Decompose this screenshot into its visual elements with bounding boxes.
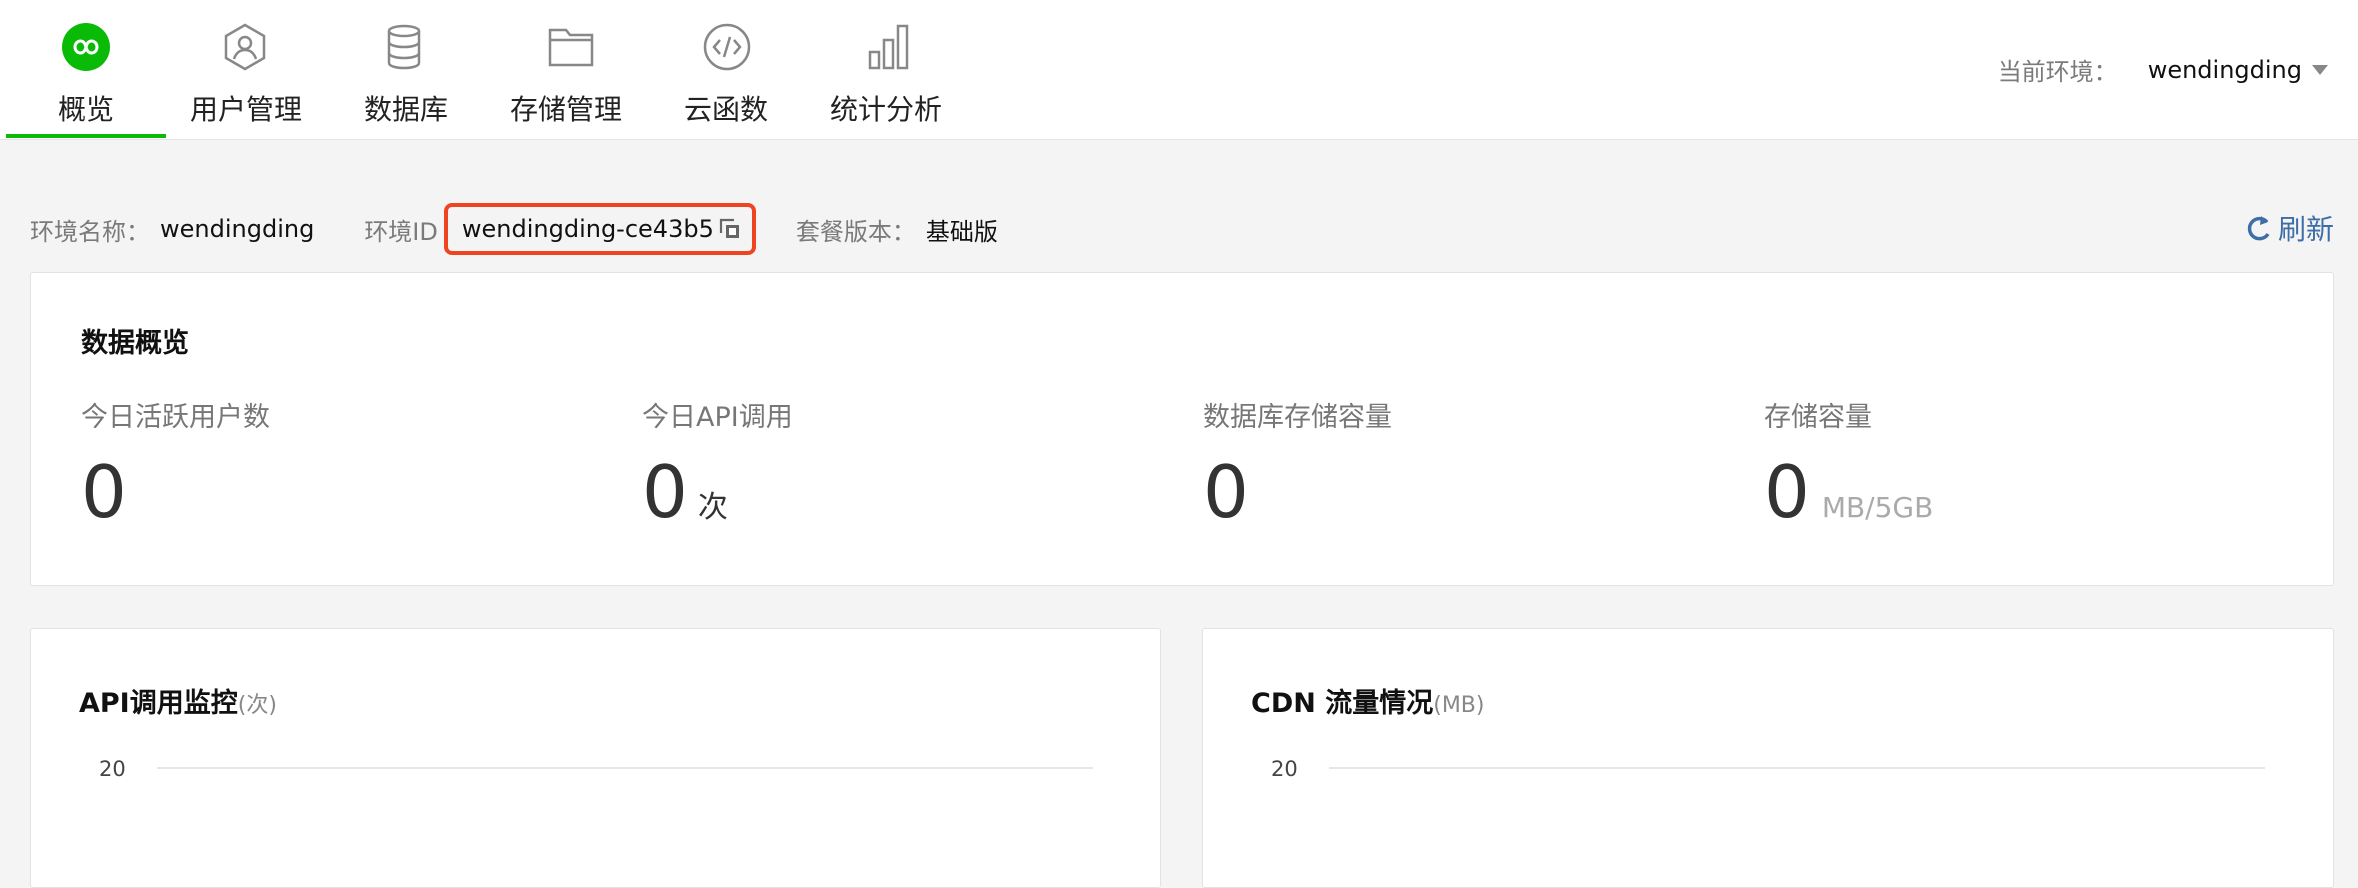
nav-item-overview[interactable]: 概览 bbox=[6, 0, 166, 140]
refresh-icon bbox=[2247, 216, 2270, 241]
chart-title-unit: (次) bbox=[237, 693, 277, 718]
stat-value: 0 bbox=[1203, 450, 1249, 534]
nav-item-cloud-functions[interactable]: 云函数 bbox=[680, 0, 780, 140]
refresh-button[interactable]: 刷新 bbox=[2246, 208, 2334, 248]
code-icon bbox=[702, 22, 752, 72]
env-name-label: 环境名称： bbox=[30, 217, 150, 246]
stat-api-calls: 今日API调用 0 次 bbox=[642, 395, 793, 528]
environment-label: 当前环境： bbox=[1997, 58, 2118, 86]
copy-icon[interactable] bbox=[718, 217, 742, 241]
chart-title-text: API调用监控 bbox=[79, 688, 238, 719]
stat-unit: 次 bbox=[697, 490, 728, 525]
nav-item-analytics[interactable]: 统计分析 bbox=[826, 0, 956, 140]
bar-chart-icon bbox=[864, 22, 914, 72]
gridline bbox=[157, 767, 1093, 769]
api-monitor-card: API调用监控(次) 20 bbox=[30, 628, 1161, 888]
refresh-label: 刷新 bbox=[2277, 213, 2334, 246]
nav-label-database: 数据库 bbox=[364, 93, 449, 126]
top-navigation-bar: 概览 用户管理 数据库 存储管理 云函数 统计分析 当前环境： wendingd… bbox=[0, 0, 2358, 140]
stat-database-capacity: 数据库存储容量 0 bbox=[1203, 395, 1392, 528]
infinity-icon bbox=[61, 22, 111, 72]
stat-label: 数据库存储容量 bbox=[1203, 402, 1392, 433]
api-monitor-title: API调用监控(次) bbox=[79, 681, 277, 720]
user-icon bbox=[220, 22, 270, 72]
environment-value: wendingding bbox=[2147, 55, 2302, 84]
env-name-value: wendingding bbox=[160, 215, 315, 243]
nav-label-users: 用户管理 bbox=[190, 93, 303, 126]
y-axis-tick: 20 bbox=[99, 757, 126, 781]
nav-item-storage[interactable]: 存储管理 bbox=[506, 0, 636, 140]
nav-item-users[interactable]: 用户管理 bbox=[180, 0, 310, 140]
stat-active-users: 今日活跃用户数 0 bbox=[81, 395, 270, 528]
environment-select[interactable]: 当前环境： wendingding bbox=[1998, 52, 2328, 87]
nav-label-overview: 概览 bbox=[58, 93, 115, 126]
stat-value: 0 bbox=[642, 450, 688, 534]
folder-icon bbox=[546, 22, 596, 72]
env-id-highlight-box: wendingding-ce43b5 bbox=[443, 203, 756, 255]
nav-label-cloud-functions: 云函数 bbox=[684, 93, 769, 126]
nav-item-database[interactable]: 数据库 bbox=[356, 0, 456, 140]
stat-value: 0 bbox=[1764, 450, 1810, 534]
chart-title-text: CDN 流量情况 bbox=[1251, 688, 1434, 719]
stat-storage-capacity: 存储容量 0 MB/5GB bbox=[1764, 395, 1933, 528]
gridline bbox=[1329, 767, 2265, 769]
cdn-traffic-title: CDN 流量情况(MB) bbox=[1251, 681, 1484, 720]
environment-info-bar: 环境名称： wendingding 环境ID wendingding-ce43b… bbox=[30, 203, 998, 255]
nav-label-storage: 存储管理 bbox=[510, 93, 623, 126]
stat-value: 0 bbox=[81, 450, 127, 534]
chart-title-unit: (MB) bbox=[1433, 693, 1485, 718]
plan-label: 套餐版本： bbox=[795, 217, 916, 246]
plan-value: 基础版 bbox=[925, 217, 998, 246]
stat-label: 今日API调用 bbox=[642, 402, 793, 433]
stat-label: 今日活跃用户数 bbox=[81, 402, 270, 433]
active-tab-indicator bbox=[6, 134, 166, 138]
stat-label: 存储容量 bbox=[1764, 402, 1872, 433]
nav-label-analytics: 统计分析 bbox=[830, 93, 943, 126]
data-overview-title: 数据概览 bbox=[81, 328, 189, 359]
env-id-label: 环境ID bbox=[364, 217, 438, 246]
env-id-value: wendingding-ce43b5 bbox=[461, 215, 714, 243]
cdn-traffic-card: CDN 流量情况(MB) 20 bbox=[1202, 628, 2334, 888]
caret-down-icon bbox=[2312, 64, 2328, 75]
database-icon bbox=[379, 22, 429, 72]
data-overview-card: 数据概览 今日活跃用户数 0 今日API调用 0 次 数据库存储容量 0 存储容… bbox=[30, 272, 2334, 586]
y-axis-tick: 20 bbox=[1271, 757, 1298, 781]
stat-unit: MB/5GB bbox=[1821, 491, 1934, 524]
